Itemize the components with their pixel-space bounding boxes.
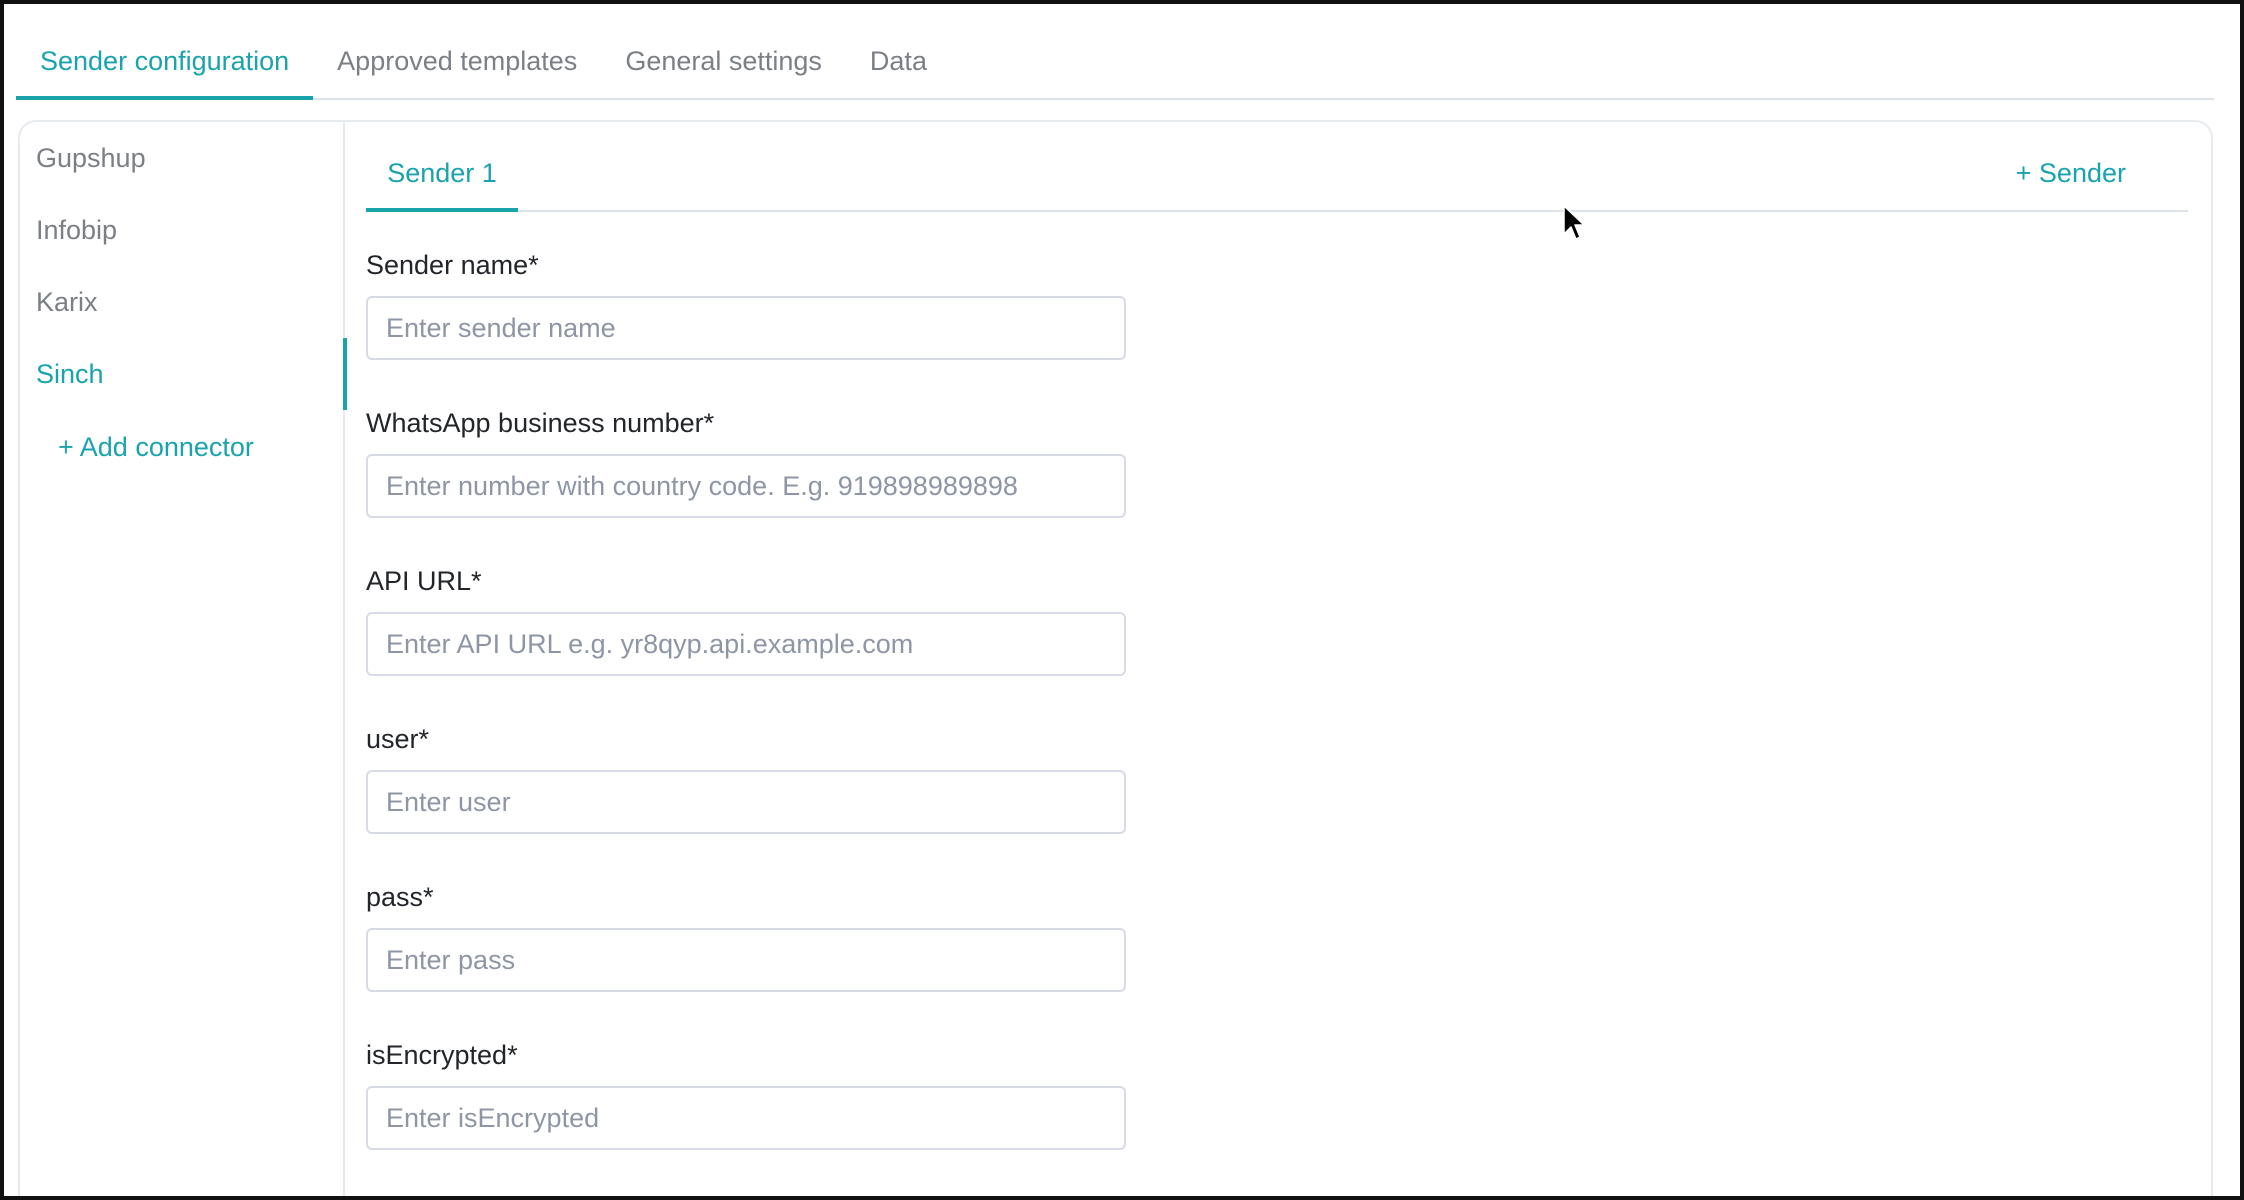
- api-url-label: API URL*: [366, 566, 482, 596]
- sender-name-input[interactable]: [366, 296, 1126, 360]
- sender-name-label: Sender name*: [366, 250, 539, 280]
- tab-sender-1[interactable]: Sender 1: [366, 142, 518, 212]
- mouse-pointer-icon: [1563, 205, 1585, 240]
- user-input[interactable]: [366, 770, 1126, 834]
- sidebar-item-sinch[interactable]: Sinch: [20, 338, 347, 410]
- configuration-panel: Gupshup Infobip Karix Sinch + Add connec…: [18, 120, 2213, 1196]
- tab-sender-configuration[interactable]: Sender configuration: [16, 24, 314, 100]
- add-connector-button[interactable]: + Add connector: [58, 432, 254, 463]
- api-url-input[interactable]: [366, 612, 1126, 676]
- user-label: user*: [366, 724, 430, 754]
- sidebar-item-gupshup[interactable]: Gupshup: [20, 122, 345, 194]
- whatsapp-number-input[interactable]: [366, 454, 1126, 518]
- sender-tab-bar: Sender 1 + Sender: [366, 142, 2188, 212]
- is-encrypted-label: isEncrypted*: [366, 1040, 518, 1070]
- add-sender-button[interactable]: + Sender: [2016, 158, 2126, 189]
- app-window: Sender configuration Approved templates …: [0, 0, 2244, 1200]
- tab-data[interactable]: Data: [846, 24, 951, 100]
- is-encrypted-input[interactable]: [366, 1086, 1126, 1150]
- pass-input[interactable]: [366, 928, 1126, 992]
- pass-label: pass*: [366, 882, 434, 912]
- sidebar-item-karix[interactable]: Karix: [20, 266, 345, 338]
- top-tab-bar: Sender configuration Approved templates …: [16, 24, 2214, 100]
- whatsapp-number-label: WhatsApp business number*: [366, 408, 715, 438]
- sidebar-item-infobip[interactable]: Infobip: [20, 194, 345, 266]
- tab-approved-templates[interactable]: Approved templates: [313, 24, 601, 100]
- connector-sidebar: Gupshup Infobip Karix Sinch + Add connec…: [20, 122, 347, 1196]
- tab-general-settings[interactable]: General settings: [601, 24, 846, 100]
